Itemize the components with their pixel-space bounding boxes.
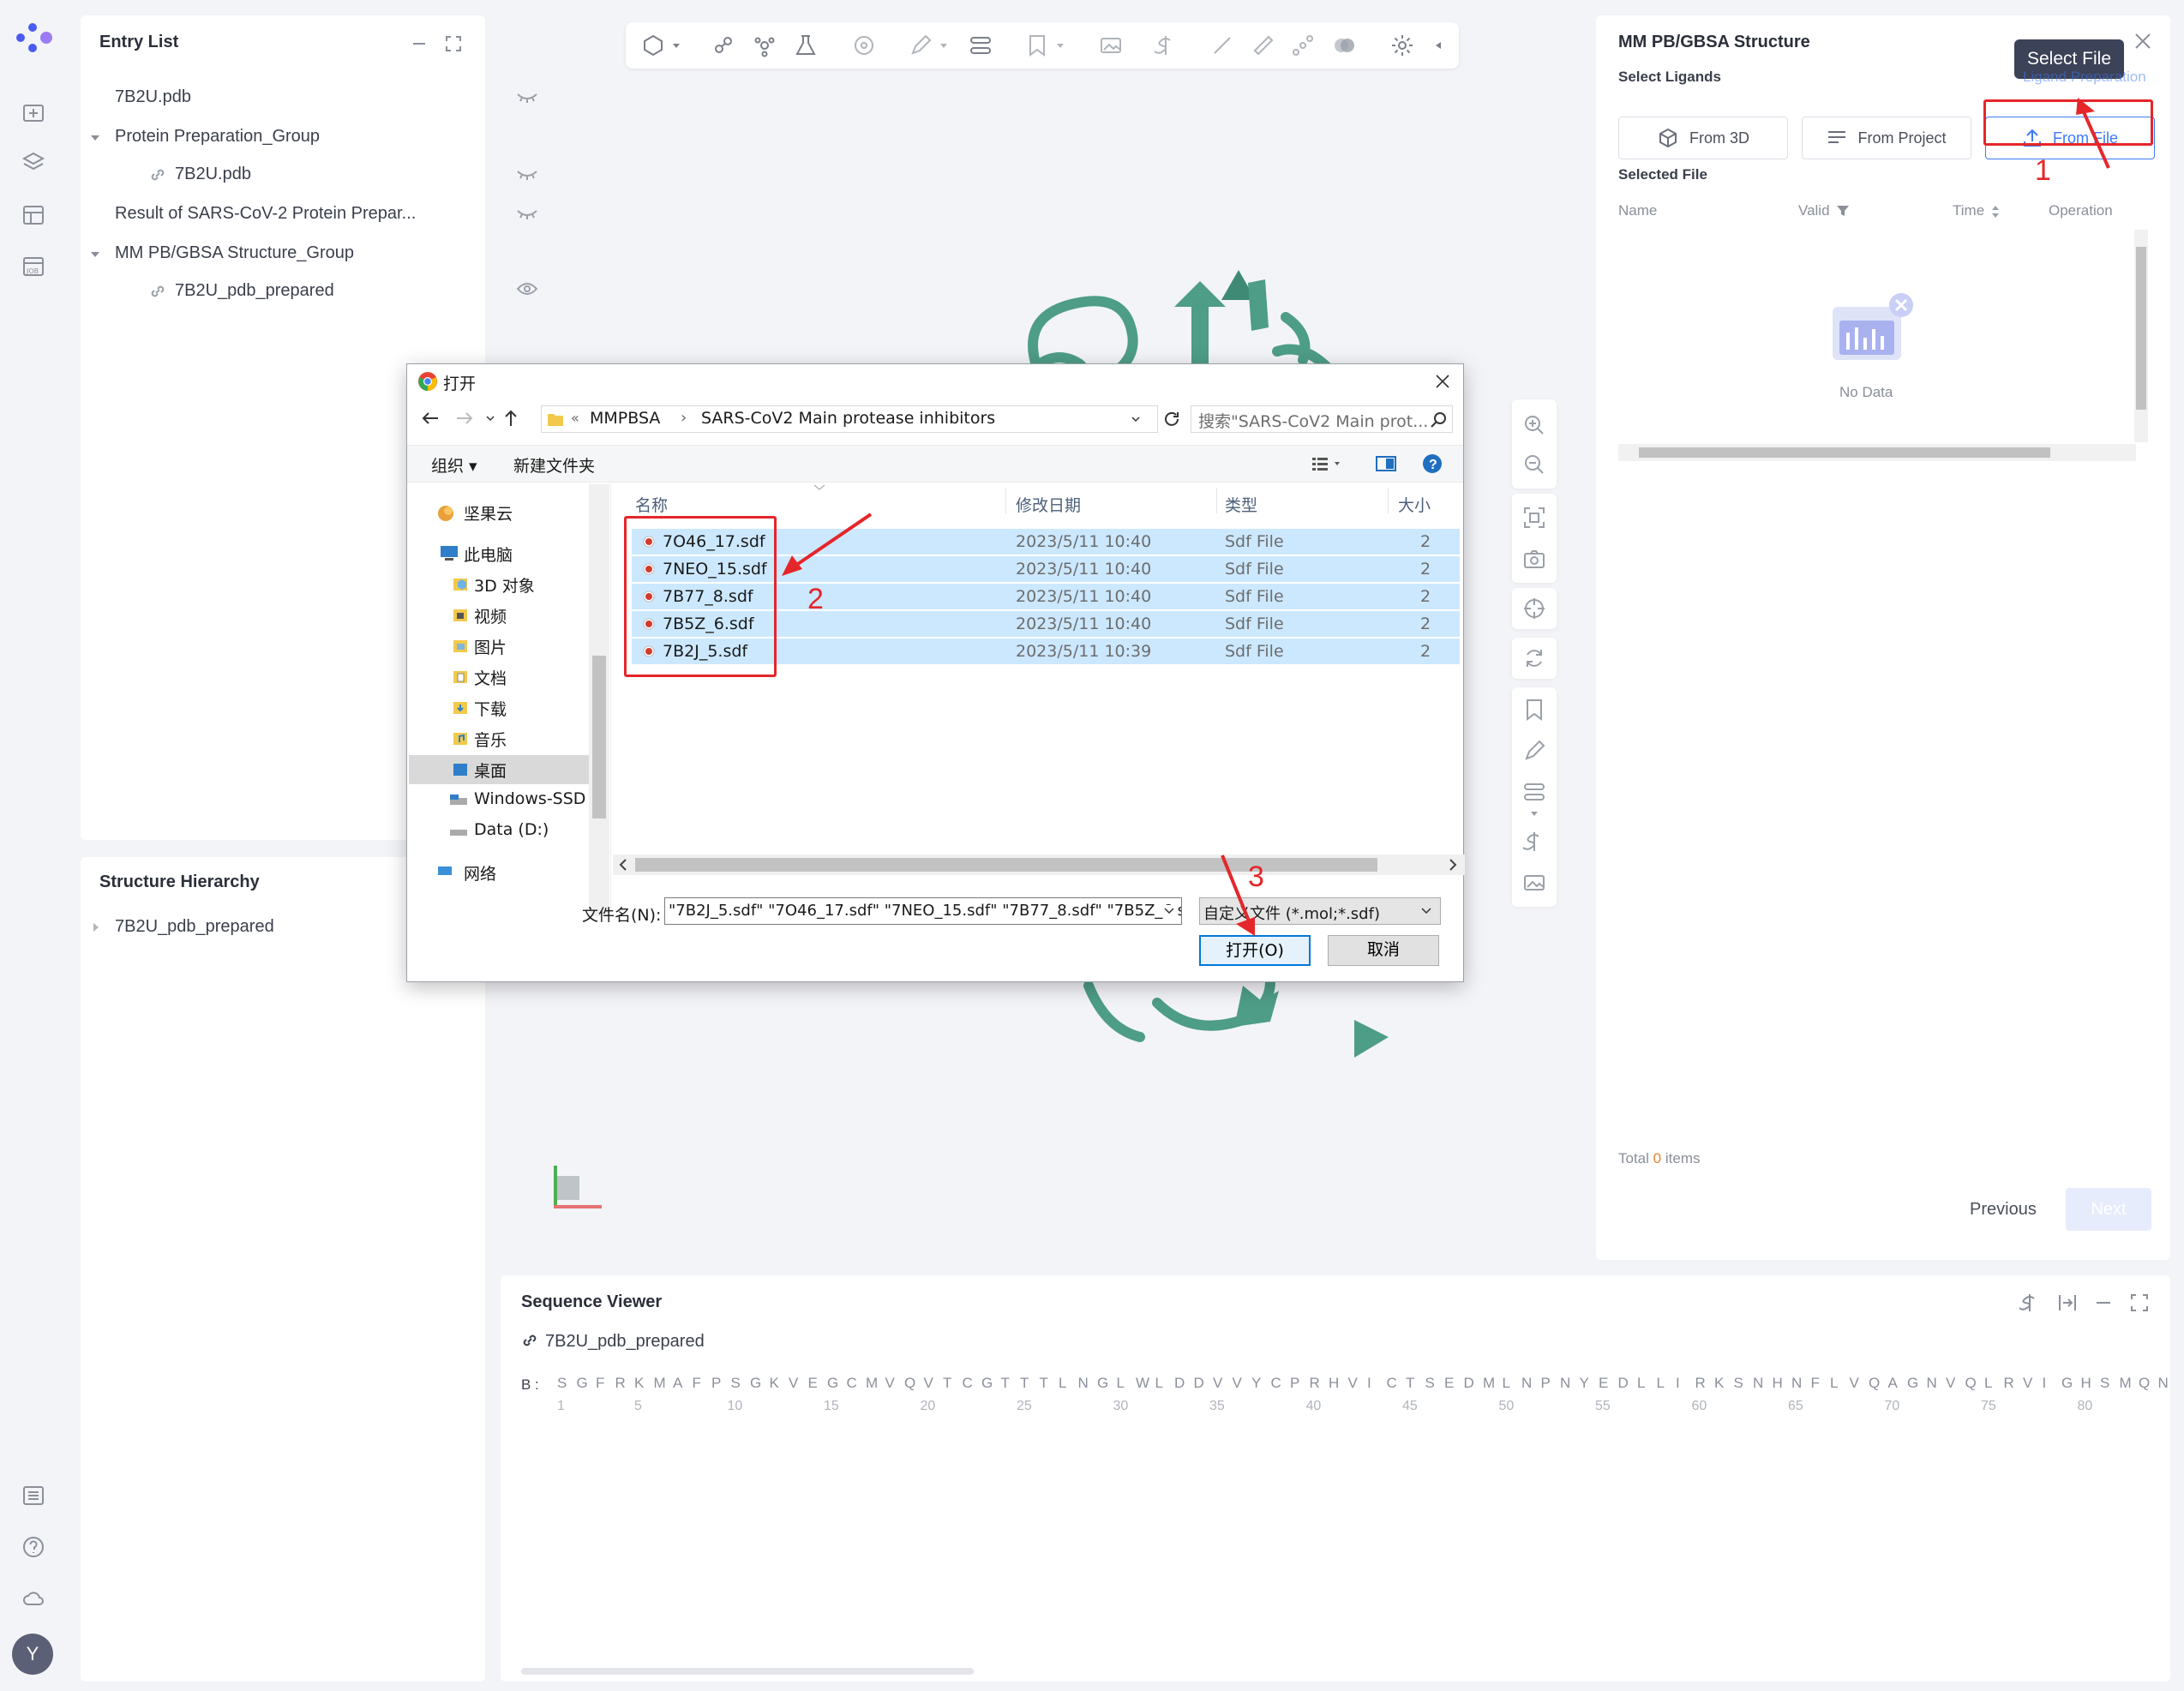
annotation-label-2: 2 bbox=[807, 583, 824, 615]
annotation-label-3: 3 bbox=[1248, 860, 1264, 893]
annotation-arrows bbox=[782, 98, 2110, 936]
annotation-label-1: 1 bbox=[2035, 154, 2051, 187]
